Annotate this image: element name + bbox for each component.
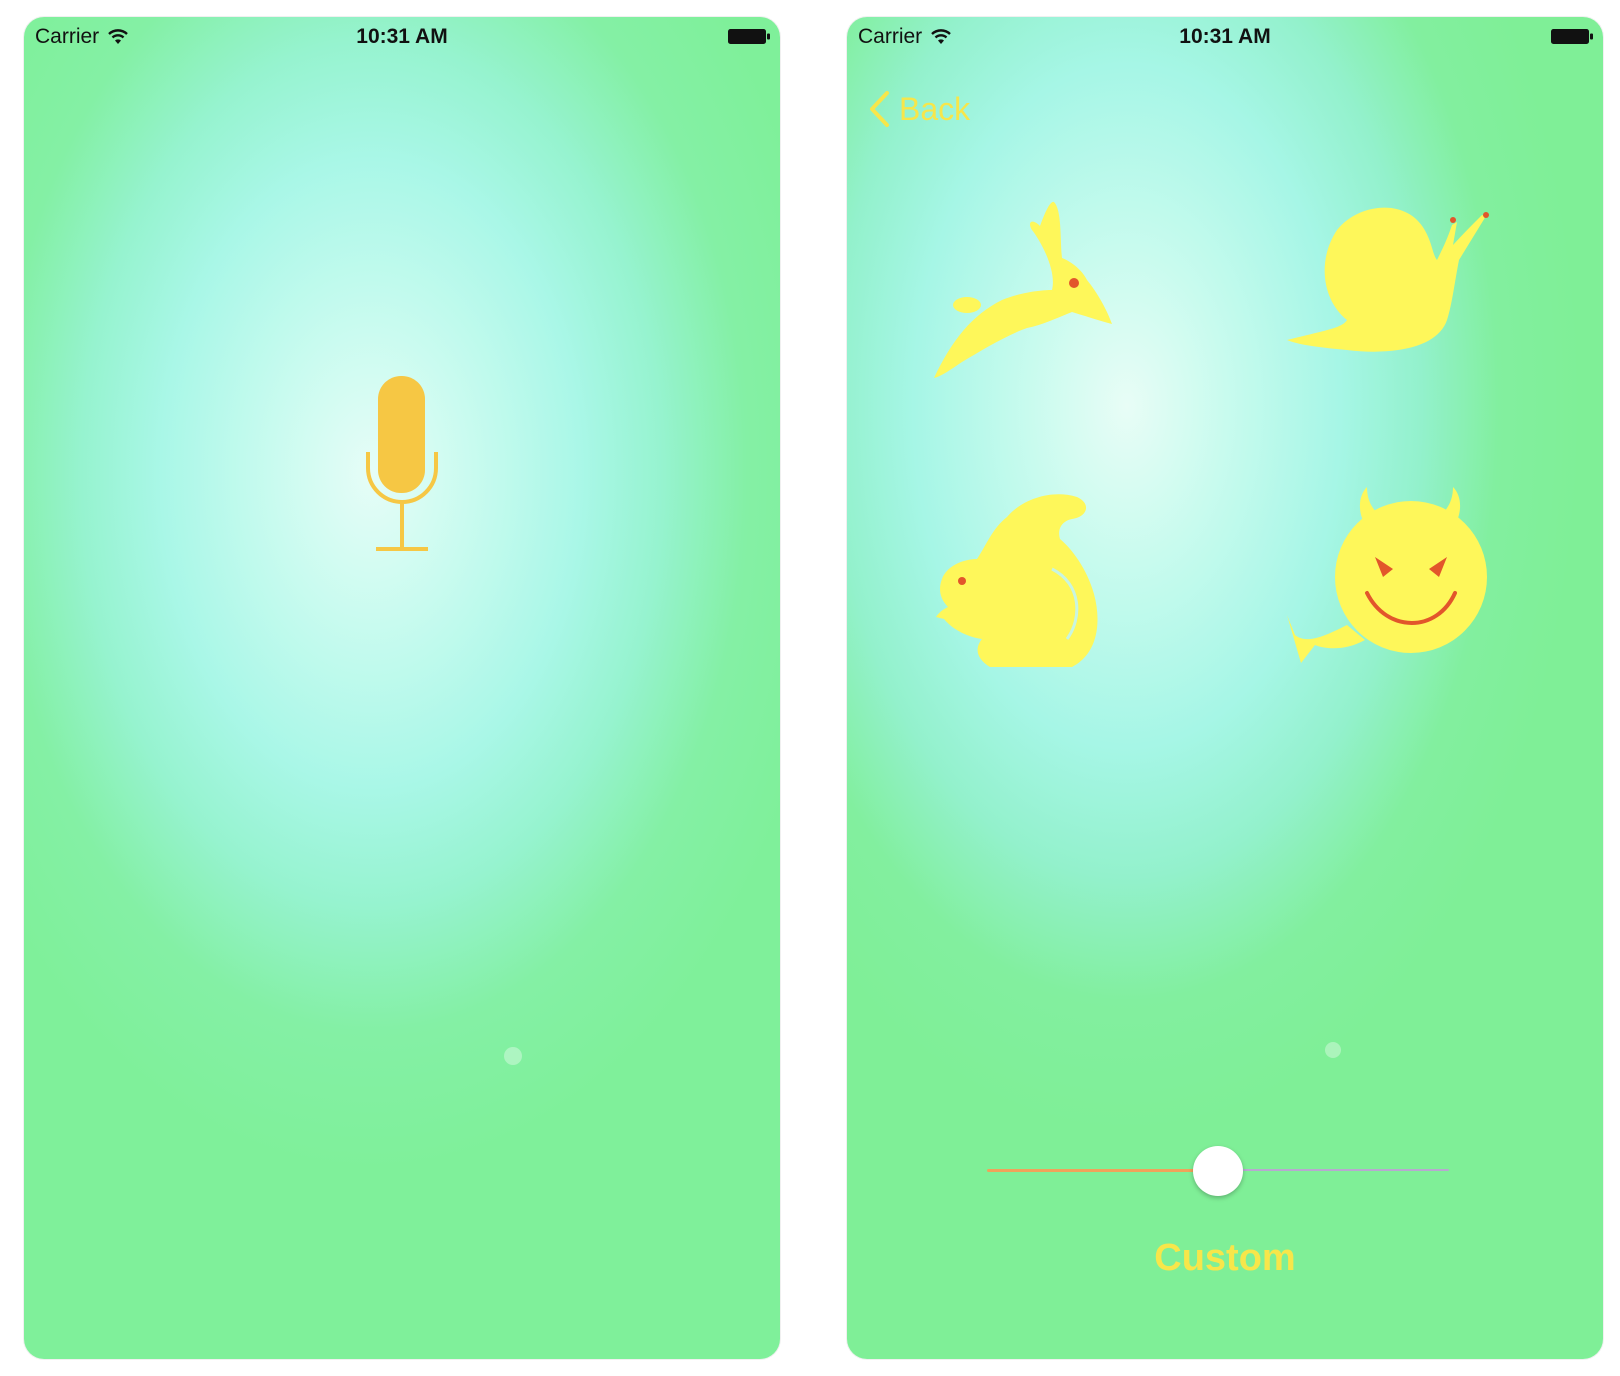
slider-thumb[interactable] — [1193, 1146, 1243, 1196]
rabbit-icon[interactable] — [932, 200, 1117, 385]
pitch-slider[interactable] — [987, 1142, 1449, 1198]
mode-label: Custom — [1154, 1237, 1296, 1279]
home-screen: Carrier 10:31 AM — [24, 17, 780, 1359]
clock-label: 10:31 AM — [1179, 25, 1271, 48]
gradient-background — [24, 17, 780, 1359]
clock-label: 10:31 AM — [356, 25, 448, 48]
squirrel-icon[interactable] — [932, 489, 1117, 674]
devil-icon[interactable] — [1287, 485, 1497, 675]
status-bar: Carrier 10:31 AM — [24, 17, 780, 57]
decorative-bubble — [1325, 1042, 1341, 1058]
snail-icon[interactable] — [1287, 200, 1497, 360]
battery-icon — [728, 29, 770, 44]
status-bar: Carrier 10:31 AM — [847, 17, 1603, 57]
battery-icon — [1551, 29, 1593, 44]
back-label: Back — [899, 90, 971, 127]
slider-track-min — [987, 1169, 1218, 1172]
chevron-left-icon — [870, 91, 889, 127]
slider-track-max — [1218, 1169, 1449, 1171]
decorative-bubble — [504, 1047, 522, 1065]
effects-screen: Carrier 10:31 AM Back Custom — [847, 17, 1603, 1359]
microphone-icon[interactable] — [364, 372, 440, 556]
back-button[interactable]: Back — [867, 89, 970, 129]
